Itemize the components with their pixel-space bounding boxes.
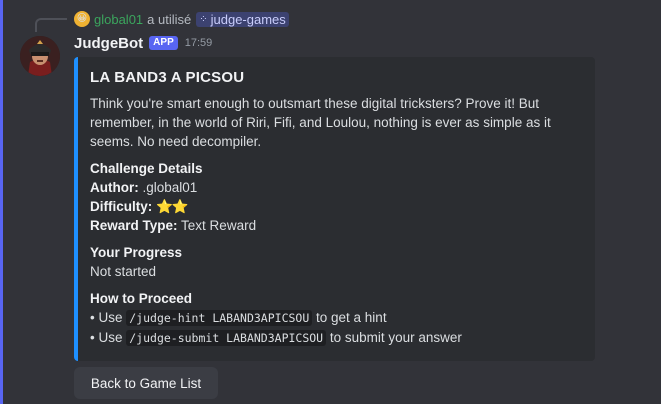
reward-label: Reward Type: — [90, 218, 178, 233]
hint-instruction: • Use /judge-hint LABAND3APICSOU to get … — [90, 308, 581, 328]
challenge-embed: LA BAND3 A PICSOU Think you're smart eno… — [74, 57, 595, 361]
difficulty-line: Difficulty: ⭐⭐ — [90, 197, 581, 216]
judge-avatar-icon — [20, 36, 60, 76]
reply-command-name: judge-games — [210, 11, 286, 27]
author-line: Author: .global01 — [90, 178, 581, 197]
submit-command-code: /judge-submit LABAND3APICSOU — [126, 330, 327, 346]
field-title: How to Proceed — [90, 291, 193, 306]
reply-username[interactable]: global01 — [94, 12, 143, 27]
slash-command-icon: ⁘ — [199, 13, 208, 25]
reply-reference[interactable]: 😀 global01 a utilisé ⁘ judge-games — [44, 10, 289, 28]
instruction-suffix: to get a hint — [312, 310, 387, 325]
reward-value: Text Reward — [181, 218, 257, 233]
app-badge: APP — [149, 36, 178, 50]
bot-avatar[interactable] — [20, 36, 60, 76]
reply-command-chip[interactable]: ⁘ judge-games — [196, 11, 289, 27]
field-title: Your Progress — [90, 245, 183, 260]
proceed-field: How to Proceed • Use /judge-hint LABAND3… — [90, 289, 581, 348]
embed-description: Think you're smart enough to outsmart th… — [90, 96, 551, 149]
message-timestamp[interactable]: 17:59 — [185, 37, 213, 49]
channel-highlight-bar — [0, 0, 3, 404]
instruction-suffix: to submit your answer — [326, 330, 462, 345]
progress-field: Your Progress Not started — [90, 243, 581, 281]
message-header: JudgeBot APP 17:59 — [74, 33, 212, 53]
star-icon: ⭐⭐ — [156, 199, 189, 214]
author-value: .global01 — [142, 180, 198, 195]
field-title: Challenge Details — [90, 161, 203, 176]
author-label: Author: — [90, 180, 139, 195]
reward-line: Reward Type: Text Reward — [90, 216, 581, 235]
progress-value: Not started — [90, 264, 157, 279]
reply-action-text: a utilisé — [147, 11, 192, 27]
challenge-details-field: Challenge Details Author: .global01 Diff… — [90, 159, 581, 235]
instruction-prefix: • Use — [90, 330, 127, 345]
embed-title: LA BAND3 A PICSOU — [90, 69, 245, 86]
submit-instruction: • Use /judge-submit LABAND3APICSOU to su… — [90, 328, 581, 348]
reply-user-avatar[interactable]: 😀 — [74, 11, 90, 27]
bot-username[interactable]: JudgeBot — [74, 35, 143, 52]
difficulty-label: Difficulty: — [90, 199, 153, 214]
hint-command-code: /judge-hint LABAND3APICSOU — [126, 310, 313, 326]
back-to-game-list-button[interactable]: Back to Game List — [74, 367, 218, 399]
instruction-prefix: • Use — [90, 310, 127, 325]
